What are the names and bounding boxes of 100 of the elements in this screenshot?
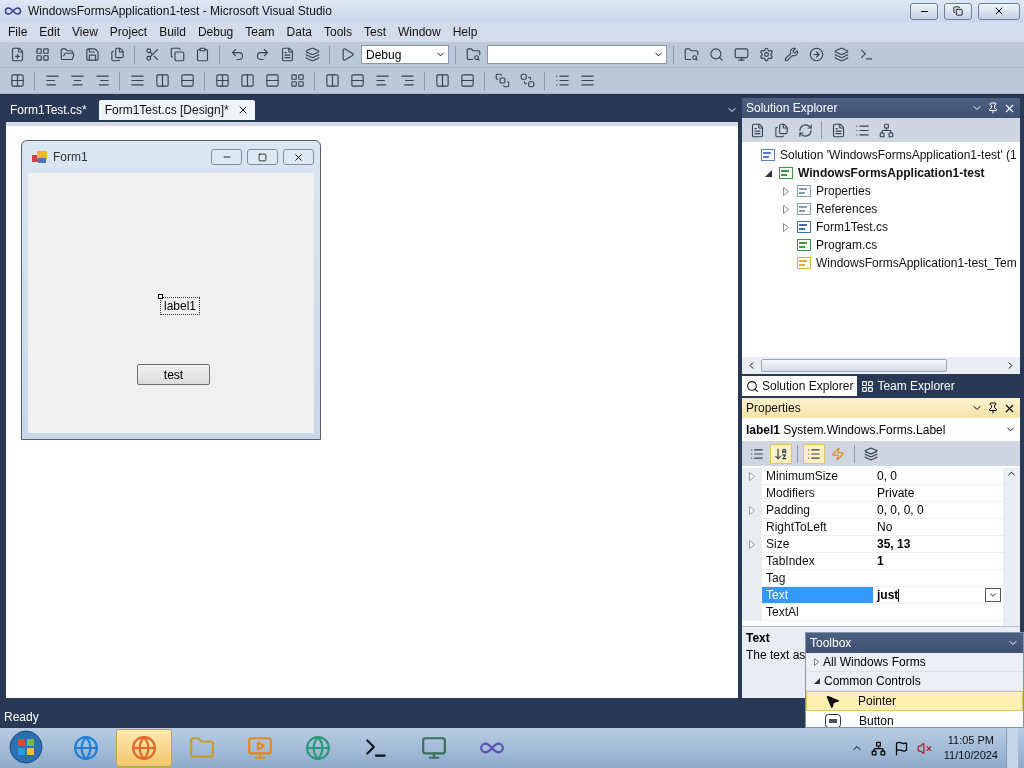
menu-item[interactable]: Tools xyxy=(317,25,358,39)
property-value: 0, 0 xyxy=(876,468,898,484)
cut-icon xyxy=(144,47,160,62)
toolbox-group[interactable]: Common Controls xyxy=(806,672,1023,691)
panel-tab[interactable]: Team Explorer xyxy=(857,376,959,396)
tree-item[interactable]: WindowsFormsApplication1-test_Tem xyxy=(816,256,1017,270)
document-tab[interactable]: Form1Test.cs [Design]* xyxy=(98,100,255,120)
toolbox-group[interactable]: All Windows Forms xyxy=(806,653,1023,672)
start-button[interactable] xyxy=(6,729,46,767)
property-name[interactable]: Modifiers xyxy=(762,485,873,501)
property-name[interactable]: Padding xyxy=(762,502,873,518)
horizontal-scrollbar[interactable] xyxy=(742,357,1020,374)
label-control[interactable]: label1 xyxy=(160,297,201,315)
grid-icon xyxy=(861,379,875,393)
refresh-icon xyxy=(797,122,813,138)
property-name[interactable]: MinimumSize xyxy=(762,468,873,484)
search-dropdown[interactable] xyxy=(487,45,667,64)
expand-arrow-icon[interactable] xyxy=(749,471,755,481)
menu-item[interactable]: Window xyxy=(392,25,447,39)
status-text: Ready xyxy=(4,710,39,724)
align-left-icon xyxy=(44,73,60,88)
sort-az-button[interactable] xyxy=(770,444,792,464)
network-icon xyxy=(878,122,894,138)
menu-item[interactable]: File xyxy=(2,25,34,39)
property-value: No xyxy=(876,519,894,535)
tree-item[interactable]: Form1Test.cs xyxy=(816,220,888,234)
property-name[interactable]: TextAl xyxy=(762,604,873,620)
search-icon xyxy=(708,47,724,62)
menu-item[interactable]: Help xyxy=(446,25,484,39)
tree-item[interactable]: Solution 'WindowsFormsApplication1-test' (1 xyxy=(780,148,1017,162)
form-title: Form1 xyxy=(53,150,89,164)
property-value: 1 xyxy=(876,553,885,569)
form-window[interactable]: Form1 label1 test xyxy=(21,140,321,440)
collapsed-arrow-icon[interactable] xyxy=(783,222,789,232)
property-value: Private xyxy=(876,485,916,501)
close-icon xyxy=(993,5,1005,17)
copy-icon xyxy=(169,47,185,62)
clock[interactable]: 11:05 PM 11/10/2024 xyxy=(943,733,998,763)
monitor-icon xyxy=(421,735,447,761)
grid-icon xyxy=(214,73,230,88)
menu-item[interactable]: Test xyxy=(357,25,392,39)
property-name[interactable]: Size xyxy=(762,536,873,552)
paste-icon xyxy=(194,47,210,62)
description-title: Text xyxy=(746,631,770,645)
columns-icon xyxy=(239,73,255,88)
lightning-icon xyxy=(831,447,845,461)
muted-speaker-icon[interactable] xyxy=(916,740,932,756)
panel-tab[interactable]: Solution Explorer xyxy=(742,376,858,396)
list-button[interactable] xyxy=(803,444,825,464)
pin-icon[interactable] xyxy=(987,402,999,414)
file-icon xyxy=(796,237,812,253)
item-label: Pointer xyxy=(858,694,897,708)
menu-item[interactable]: Data xyxy=(280,25,318,39)
align-justify-icon xyxy=(129,73,145,88)
save-icon xyxy=(84,47,100,62)
dropdown-button[interactable] xyxy=(985,588,1001,602)
flag-icon[interactable] xyxy=(893,740,909,756)
restore-button[interactable] xyxy=(944,2,972,20)
minimize-button[interactable] xyxy=(910,2,938,20)
tree-item[interactable]: Program.cs xyxy=(816,238,878,252)
folder-search-icon xyxy=(465,47,481,62)
toolbox-item[interactable]: Pointer xyxy=(806,691,1023,711)
layers-icon xyxy=(304,47,320,62)
close-button[interactable] xyxy=(978,2,1020,20)
window-title: WindowsFormsApplication1-test - Microsoft Visual Studio xyxy=(28,4,333,18)
redo-icon xyxy=(254,47,270,62)
expanded-arrow-icon[interactable] xyxy=(764,169,772,177)
menu-item[interactable]: Team xyxy=(239,25,281,39)
tree-item[interactable]: WindowsFormsApplication1-test xyxy=(798,166,985,180)
vertical-scrollbar[interactable] xyxy=(1003,468,1020,626)
property-name[interactable]: TabIndex xyxy=(762,553,873,569)
grid-icon xyxy=(9,73,25,88)
item-label: Button xyxy=(859,714,894,727)
collapsed-arrow-icon[interactable] xyxy=(783,204,789,214)
caret-icon xyxy=(988,590,998,600)
expand-arrow-icon[interactable] xyxy=(749,539,755,549)
property-name[interactable]: Tag xyxy=(762,570,873,586)
globe-icon xyxy=(131,735,157,761)
tree-item[interactable]: References xyxy=(816,202,878,216)
network-icon[interactable] xyxy=(870,740,886,756)
save-all-icon xyxy=(109,47,125,62)
button-control[interactable]: test xyxy=(137,364,210,385)
menu-item[interactable]: Debug xyxy=(191,25,240,39)
play-icon xyxy=(247,735,273,761)
list-icon xyxy=(554,73,570,88)
configuration-dropdown[interactable]: Debug xyxy=(361,45,449,64)
collapsed-arrow-icon[interactable] xyxy=(783,186,789,196)
list-icon xyxy=(854,122,870,138)
align-left-icon xyxy=(374,73,390,88)
property-name[interactable]: RightToLeft xyxy=(762,519,873,535)
expand-arrow-icon[interactable] xyxy=(749,505,755,515)
document-tab[interactable]: Form1Test.cs* xyxy=(4,100,93,120)
menu-item[interactable]: Edit xyxy=(33,25,67,39)
menu-item[interactable]: Build xyxy=(153,25,192,39)
menu-item[interactable]: View xyxy=(66,25,104,39)
tree-item[interactable]: Properties xyxy=(816,184,871,198)
globe-icon xyxy=(73,735,99,761)
pin-icon[interactable] xyxy=(987,102,999,114)
menu-item[interactable]: Project xyxy=(103,25,154,39)
rows-icon xyxy=(179,73,195,88)
